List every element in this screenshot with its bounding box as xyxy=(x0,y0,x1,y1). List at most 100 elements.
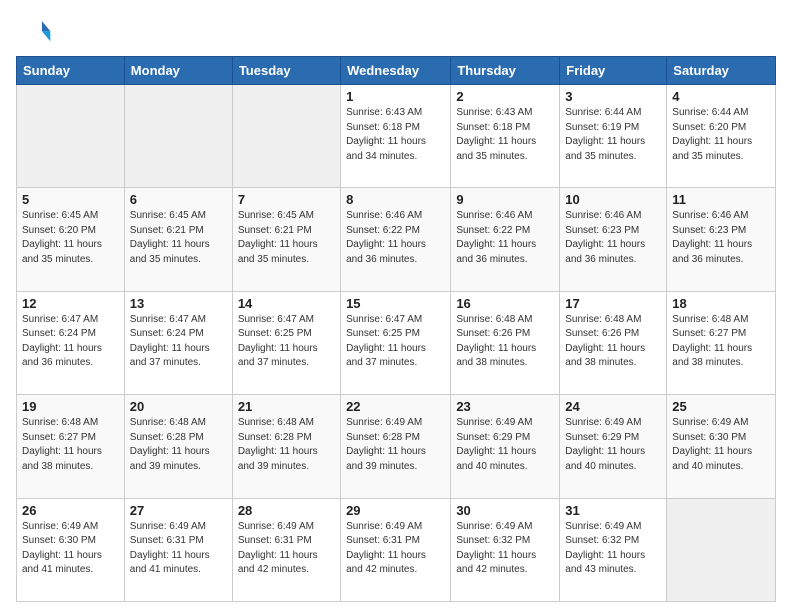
calendar-cell: 1 Sunrise: 6:43 AM Sunset: 6:18 PM Daylig… xyxy=(341,85,451,188)
day-info: Sunrise: 6:44 AM Sunset: 6:20 PM Dayligh… xyxy=(672,106,770,164)
day-info: Sunrise: 6:48 AM Sunset: 6:26 PM Dayligh… xyxy=(456,313,554,371)
calendar-cell: 26Sunrise: 6:49 AM Sunset: 6:30 PM Dayli… xyxy=(17,498,125,601)
calendar-cell: 10 Sunrise: 6:46 AM Sunset: 6:23 PM Dayli… xyxy=(560,188,667,291)
day-number: 10 xyxy=(565,192,661,207)
day-number: 17 xyxy=(565,296,661,311)
week-row-3: 12 Sunrise: 6:47 AM Sunset: 6:24 PM Dayli… xyxy=(17,291,776,394)
day-info: Sunrise: 6:46 AM Sunset: 6:23 PM Dayligh… xyxy=(565,209,661,267)
day-info: Sunrise: 6:48 AM Sunset: 6:26 PM Dayligh… xyxy=(565,313,661,371)
day-number: 27 xyxy=(130,503,227,518)
day-info: Sunrise: 6:45 AM Sunset: 6:21 PM Dayligh… xyxy=(238,209,335,267)
day-number: 31 xyxy=(565,503,661,518)
calendar-cell xyxy=(17,85,125,188)
day-number: 11 xyxy=(672,192,770,207)
day-info: Sunrise: 6:45 AM Sunset: 6:21 PM Dayligh… xyxy=(130,209,227,267)
logo xyxy=(20,16,56,48)
weekday-header-monday: Monday xyxy=(124,57,232,85)
weekday-header-friday: Friday xyxy=(560,57,667,85)
calendar-cell: 25 Sunrise: 6:49 AM Sunset: 6:30 PM Dayli… xyxy=(667,395,776,498)
calendar-cell: 23Sunrise: 6:49 AM Sunset: 6:29 PM Dayli… xyxy=(451,395,560,498)
weekday-header-tuesday: Tuesday xyxy=(232,57,340,85)
day-info: Sunrise: 6:46 AM Sunset: 6:22 PM Dayligh… xyxy=(346,209,445,267)
calendar-cell: 24 Sunrise: 6:49 AM Sunset: 6:29 PM Dayli… xyxy=(560,395,667,498)
calendar-table: SundayMondayTuesdayWednesdayThursdayFrid… xyxy=(16,56,776,602)
calendar-cell xyxy=(667,498,776,601)
day-info: Sunrise: 6:46 AM Sunset: 6:23 PM Dayligh… xyxy=(672,209,770,267)
day-info: Sunrise: 6:46 AM Sunset: 6:22 PM Dayligh… xyxy=(456,209,554,267)
day-info: Sunrise: 6:44 AM Sunset: 6:19 PM Dayligh… xyxy=(565,106,661,164)
day-info: Sunrise: 6:48 AM Sunset: 6:28 PM Dayligh… xyxy=(130,416,227,474)
day-info: Sunrise: 6:49 AM Sunset: 6:31 PM Dayligh… xyxy=(238,520,335,578)
calendar-cell: 29 Sunrise: 6:49 AM Sunset: 6:31 PM Dayli… xyxy=(341,498,451,601)
calendar-cell: 8 Sunrise: 6:46 AM Sunset: 6:22 PM Daylig… xyxy=(341,188,451,291)
calendar-cell: 21Sunrise: 6:48 AM Sunset: 6:28 PM Dayli… xyxy=(232,395,340,498)
calendar-cell xyxy=(124,85,232,188)
logo-icon xyxy=(20,16,52,48)
day-info: Sunrise: 6:48 AM Sunset: 6:27 PM Dayligh… xyxy=(672,313,770,371)
calendar-cell: 6Sunrise: 6:45 AM Sunset: 6:21 PM Daylig… xyxy=(124,188,232,291)
day-number: 29 xyxy=(346,503,445,518)
calendar-cell: 28 Sunrise: 6:49 AM Sunset: 6:31 PM Dayli… xyxy=(232,498,340,601)
week-row-5: 26Sunrise: 6:49 AM Sunset: 6:30 PM Dayli… xyxy=(17,498,776,601)
day-number: 22 xyxy=(346,399,445,414)
weekday-header-row: SundayMondayTuesdayWednesdayThursdayFrid… xyxy=(17,57,776,85)
day-info: Sunrise: 6:43 AM Sunset: 6:18 PM Dayligh… xyxy=(456,106,554,164)
day-number: 4 xyxy=(672,89,770,104)
day-number: 28 xyxy=(238,503,335,518)
day-info: Sunrise: 6:49 AM Sunset: 6:28 PM Dayligh… xyxy=(346,416,445,474)
day-info: Sunrise: 6:49 AM Sunset: 6:31 PM Dayligh… xyxy=(346,520,445,578)
calendar-cell: 2 Sunrise: 6:43 AM Sunset: 6:18 PM Daylig… xyxy=(451,85,560,188)
day-info: Sunrise: 6:47 AM Sunset: 6:24 PM Dayligh… xyxy=(22,313,119,371)
day-info: Sunrise: 6:49 AM Sunset: 6:30 PM Dayligh… xyxy=(22,520,119,578)
page: SundayMondayTuesdayWednesdayThursdayFrid… xyxy=(0,0,792,612)
day-number: 23 xyxy=(456,399,554,414)
calendar-cell: 22 Sunrise: 6:49 AM Sunset: 6:28 PM Dayli… xyxy=(341,395,451,498)
day-info: Sunrise: 6:47 AM Sunset: 6:25 PM Dayligh… xyxy=(238,313,335,371)
day-number: 7 xyxy=(238,192,335,207)
calendar-cell: 14 Sunrise: 6:47 AM Sunset: 6:25 PM Dayli… xyxy=(232,291,340,394)
day-number: 12 xyxy=(22,296,119,311)
day-number: 15 xyxy=(346,296,445,311)
calendar-cell: 27 Sunrise: 6:49 AM Sunset: 6:31 PM Dayli… xyxy=(124,498,232,601)
day-number: 20 xyxy=(130,399,227,414)
day-info: Sunrise: 6:49 AM Sunset: 6:32 PM Dayligh… xyxy=(456,520,554,578)
day-number: 3 xyxy=(565,89,661,104)
calendar-cell: 16 Sunrise: 6:48 AM Sunset: 6:26 PM Dayli… xyxy=(451,291,560,394)
day-number: 9 xyxy=(456,192,554,207)
day-info: Sunrise: 6:49 AM Sunset: 6:31 PM Dayligh… xyxy=(130,520,227,578)
day-info: Sunrise: 6:48 AM Sunset: 6:27 PM Dayligh… xyxy=(22,416,119,474)
week-row-4: 19 Sunrise: 6:48 AM Sunset: 6:27 PM Dayli… xyxy=(17,395,776,498)
calendar-cell: 13Sunrise: 6:47 AM Sunset: 6:24 PM Dayli… xyxy=(124,291,232,394)
day-number: 30 xyxy=(456,503,554,518)
day-number: 1 xyxy=(346,89,445,104)
day-info: Sunrise: 6:49 AM Sunset: 6:30 PM Dayligh… xyxy=(672,416,770,474)
day-number: 18 xyxy=(672,296,770,311)
calendar-cell: 5Sunrise: 6:45 AM Sunset: 6:20 PM Daylig… xyxy=(17,188,125,291)
week-row-1: 1 Sunrise: 6:43 AM Sunset: 6:18 PM Daylig… xyxy=(17,85,776,188)
header xyxy=(0,0,792,56)
day-number: 19 xyxy=(22,399,119,414)
calendar-cell: 18 Sunrise: 6:48 AM Sunset: 6:27 PM Dayli… xyxy=(667,291,776,394)
calendar-cell: 19 Sunrise: 6:48 AM Sunset: 6:27 PM Dayli… xyxy=(17,395,125,498)
day-info: Sunrise: 6:49 AM Sunset: 6:32 PM Dayligh… xyxy=(565,520,661,578)
day-info: Sunrise: 6:49 AM Sunset: 6:29 PM Dayligh… xyxy=(565,416,661,474)
day-number: 8 xyxy=(346,192,445,207)
day-number: 16 xyxy=(456,296,554,311)
day-info: Sunrise: 6:47 AM Sunset: 6:25 PM Dayligh… xyxy=(346,313,445,371)
day-number: 14 xyxy=(238,296,335,311)
calendar-cell: 12 Sunrise: 6:47 AM Sunset: 6:24 PM Dayli… xyxy=(17,291,125,394)
week-row-2: 5Sunrise: 6:45 AM Sunset: 6:20 PM Daylig… xyxy=(17,188,776,291)
calendar-cell: 3 Sunrise: 6:44 AM Sunset: 6:19 PM Daylig… xyxy=(560,85,667,188)
day-number: 24 xyxy=(565,399,661,414)
calendar-cell: 9 Sunrise: 6:46 AM Sunset: 6:22 PM Daylig… xyxy=(451,188,560,291)
calendar-cell xyxy=(232,85,340,188)
day-number: 25 xyxy=(672,399,770,414)
calendar-cell: 31 Sunrise: 6:49 AM Sunset: 6:32 PM Dayli… xyxy=(560,498,667,601)
day-number: 5 xyxy=(22,192,119,207)
calendar-cell: 4 Sunrise: 6:44 AM Sunset: 6:20 PM Daylig… xyxy=(667,85,776,188)
day-number: 2 xyxy=(456,89,554,104)
day-info: Sunrise: 6:43 AM Sunset: 6:18 PM Dayligh… xyxy=(346,106,445,164)
weekday-header-sunday: Sunday xyxy=(17,57,125,85)
weekday-header-wednesday: Wednesday xyxy=(341,57,451,85)
day-number: 21 xyxy=(238,399,335,414)
